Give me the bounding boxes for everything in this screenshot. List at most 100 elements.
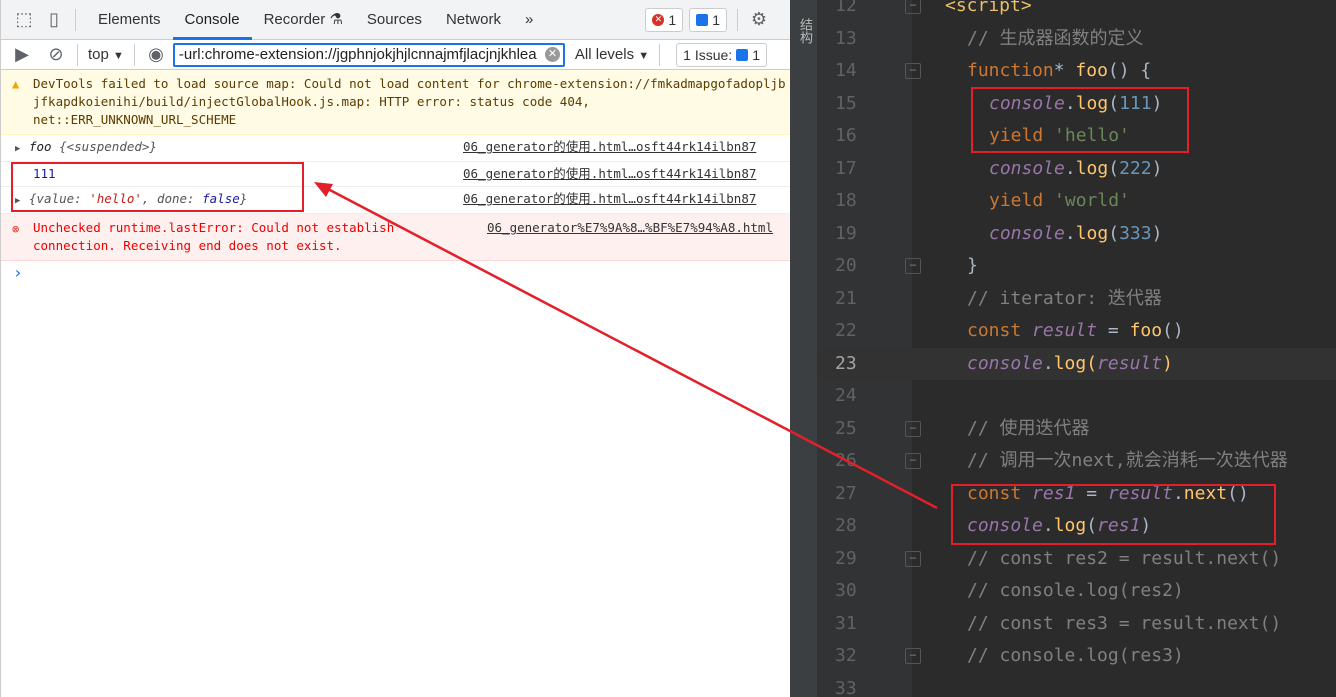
code-text: console.log(222) <box>989 153 1162 186</box>
code-token: ( <box>1086 352 1098 374</box>
code-editor[interactable]: 结构 12 − <script> 13 // 生成器函数的定义 14 − function* … <box>790 0 1336 697</box>
code-text: <script> <box>945 0 1032 23</box>
error-count-button[interactable]: ✕ 1 <box>645 7 684 32</box>
issues-count: 1 <box>752 46 760 63</box>
code-line[interactable]: 20 −} <box>818 250 1336 283</box>
code-token: . <box>1064 222 1076 244</box>
code-token: res1 <box>1032 482 1076 504</box>
code-line[interactable]: 16 yield 'hello' <box>818 120 1336 153</box>
warning-message: ▲ DevTools failed to load source map: Co… <box>1 70 790 135</box>
code-token: ( <box>1108 222 1120 244</box>
code-token: // iterator: 迭代器 <box>967 287 1162 309</box>
filter-input[interactable]: -url:chrome-extension://jgphnjokjhjlcnna… <box>172 42 565 67</box>
code-line[interactable]: 17 console.log(222) <box>818 153 1336 186</box>
fold-icon[interactable]: − <box>905 258 921 274</box>
clear-console-icon[interactable]: ⊘ <box>45 44 67 66</box>
code-line[interactable]: 15 console.log(111) <box>818 88 1336 121</box>
log-value: foo <box>29 139 60 154</box>
code-token: <script> <box>945 0 1032 16</box>
structure-tab[interactable]: 结构 <box>796 18 815 44</box>
code-token: () { <box>1107 60 1152 81</box>
inspect-element-icon[interactable]: ⬚ <box>13 9 35 31</box>
log-value-state: {<suspended>} <box>59 139 157 154</box>
code-token: result <box>1107 482 1173 504</box>
console-log-row: ▶ foo {<suspended>} 06_generator的使用.html…… <box>1 135 790 162</box>
eye-icon[interactable]: ◉ <box>145 44 167 66</box>
tab-sources[interactable]: Sources <box>355 0 434 40</box>
console-prompt[interactable]: › <box>1 261 790 285</box>
line-number: 27 <box>835 482 857 504</box>
code-token: log <box>1075 92 1109 114</box>
code-line[interactable]: 14 − function* foo() { <box>818 55 1336 88</box>
fold-icon[interactable]: − <box>905 453 921 469</box>
obj-part: } <box>239 191 248 206</box>
sidebar-toggle-icon[interactable]: ▶ <box>11 44 33 66</box>
code-text: console.log(333) <box>989 218 1162 251</box>
code-line[interactable]: 30 // console.log(res2) <box>818 575 1336 608</box>
log-source-link[interactable]: 06_generator的使用.html…osft44rk14ilbn87 <box>463 190 756 208</box>
error-icon: ✕ <box>652 13 665 26</box>
code-token: result <box>1032 320 1098 341</box>
chevron-down-icon: ▼ <box>113 50 124 62</box>
code-token: result <box>1097 352 1163 374</box>
prompt-icon: › <box>13 263 23 282</box>
code-line[interactable]: 12 − <script> <box>818 0 1336 23</box>
more-tabs-button[interactable]: » <box>513 0 545 40</box>
code-line[interactable]: 27 const res1 = result.next() <box>818 478 1336 511</box>
code-text: // console.log(res2) <box>967 575 1184 608</box>
fold-icon[interactable]: − <box>905 420 921 437</box>
code-line[interactable]: 31 // const res3 = result.next() <box>818 608 1336 641</box>
code-line[interactable]: 21 // iterator: 迭代器 <box>818 283 1336 316</box>
device-toolbar-icon[interactable]: ▯ <box>43 9 65 31</box>
clear-filter-icon[interactable]: ✕ <box>544 47 560 62</box>
log-levels-select[interactable]: All levels ▼ <box>575 46 649 63</box>
fold-icon[interactable]: − <box>905 0 921 14</box>
code-line[interactable]: 25 − // 使用迭代器 <box>818 413 1336 446</box>
tab-recorder[interactable]: Recorder ⚗ <box>252 0 355 40</box>
code-line[interactable]: 13 // 生成器函数的定义 <box>818 23 1336 56</box>
gear-icon[interactable]: ⚙ <box>748 9 770 31</box>
code-text: // console.log(res3) <box>967 640 1184 673</box>
log-object: {value: 'hello', done: false} <box>29 191 247 206</box>
code-line[interactable]: 18 yield 'world' <box>818 185 1336 218</box>
code-line[interactable]: 19 console.log(333) <box>818 218 1336 251</box>
log-source-link[interactable]: 06_generator的使用.html…osft44rk14ilbn87 <box>463 138 756 156</box>
tab-network[interactable]: Network <box>434 0 513 40</box>
code-token: log <box>1075 222 1109 244</box>
code-line[interactable]: 33 <box>818 673 1336 697</box>
code-text: // 调用一次next,就会消耗一次迭代器 <box>967 445 1288 478</box>
line-number: 29 <box>835 547 857 569</box>
expand-triangle-icon[interactable]: ▶ <box>15 140 25 158</box>
code-token: // 生成器函数的定义 <box>967 27 1144 49</box>
error-count: 1 <box>668 11 677 28</box>
info-count: 1 <box>712 11 720 28</box>
tab-console[interactable]: Console <box>172 0 252 40</box>
fold-icon[interactable]: − <box>905 550 921 567</box>
context-select[interactable]: top ▼ <box>88 46 124 63</box>
expand-triangle-icon[interactable]: ▶ <box>15 192 25 210</box>
code-line[interactable]: 28 console.log(res1) <box>818 510 1336 543</box>
code-token: function <box>967 60 1054 81</box>
code-line[interactable]: 26 − // 调用一次next,就会消耗一次迭代器 <box>818 445 1336 478</box>
issues-button[interactable]: 1 Issue: 1 <box>676 42 767 67</box>
tab-elements[interactable]: Elements <box>86 0 173 40</box>
error-source-link[interactable]: 06_generator%E7%9A%8…%BF%E7%94%A8.html <box>487 219 773 237</box>
filter-value: -url:chrome-extension://jgphnjokjhjlcnna… <box>178 46 537 63</box>
code-line[interactable]: 23 console.log(result) <box>818 347 1336 380</box>
code-line[interactable]: 22 const result = foo() <box>818 315 1336 348</box>
code-line[interactable]: 29 − // const res2 = result.next() <box>818 543 1336 576</box>
info-count-button[interactable]: 1 <box>689 7 727 32</box>
fold-icon[interactable]: − <box>905 648 921 664</box>
fold-icon[interactable]: − <box>905 63 921 79</box>
console-log-row: 111 06_generator的使用.html…osft44rk14ilbn8… <box>1 162 790 187</box>
log-source-link[interactable]: 06_generator的使用.html…osft44rk14ilbn87 <box>463 165 756 183</box>
code-token: // const res3 = result.next() <box>967 612 1282 634</box>
line-number: 23 <box>835 352 857 374</box>
code-line[interactable]: 32 − // console.log(res3) <box>818 640 1336 673</box>
devtools-panel: ⬚ ▯ Elements Console Recorder ⚗ Sources … <box>0 0 790 697</box>
error-message: ⊗ Unchecked runtime.lastError: Could not… <box>1 214 790 261</box>
code-token: () <box>1227 482 1249 504</box>
code-token: yield <box>989 190 1055 211</box>
code-line[interactable]: 24 <box>818 380 1336 413</box>
line-number: 30 <box>835 580 857 601</box>
